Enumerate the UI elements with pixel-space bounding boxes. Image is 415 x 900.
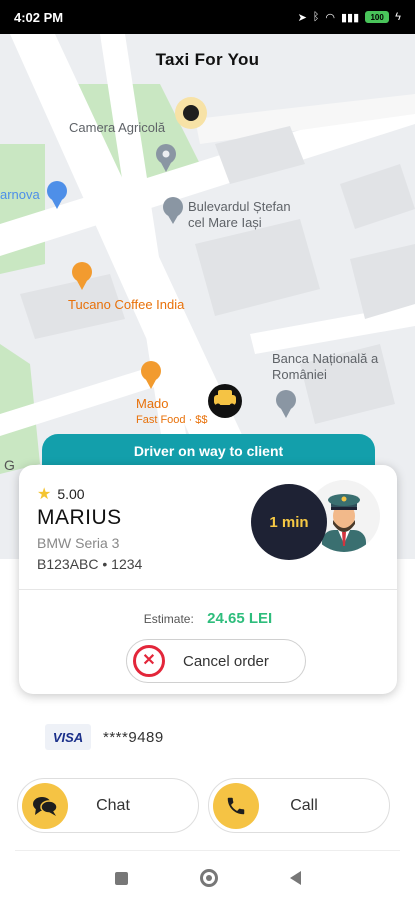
map-poi-label[interactable]: arnova	[0, 187, 40, 203]
signal-icon: ▮▮▮	[341, 11, 360, 24]
status-icons: ➤ ᛒ ◠ ▮▮▮ 100 ϟ	[298, 11, 401, 24]
bluetooth-icon: ᛒ	[312, 11, 320, 23]
map-poi-label[interactable]: Mado	[136, 396, 169, 412]
chat-button[interactable]: Chat	[17, 778, 199, 833]
eta-badge: 1 min	[251, 484, 327, 560]
rating-value: 5.00	[57, 486, 85, 502]
estimate-price: 24.65 LEI	[207, 610, 273, 627]
map-poi-label[interactable]: Tucano Coffee India	[68, 297, 184, 313]
estimate-label: Estimate:	[143, 612, 194, 626]
recent-apps-icon[interactable]	[114, 871, 128, 885]
page-title: Taxi For You	[155, 50, 260, 69]
charging-icon: ϟ	[395, 11, 401, 23]
status-time: 4:02 PM	[14, 9, 64, 25]
call-button[interactable]: Call	[208, 778, 390, 833]
car-plate: B123ABC • 1234	[37, 556, 143, 572]
phone-icon	[213, 782, 259, 829]
map-poi-sublabel: Fast Food · $$	[136, 414, 208, 426]
home-icon[interactable]	[199, 869, 218, 887]
map-poi-label[interactable]: Banca Națională a României	[272, 351, 392, 383]
car-model: BMW Seria 3	[37, 535, 120, 551]
location-icon: ➤	[297, 11, 307, 24]
chat-icon	[22, 782, 68, 829]
map-poi-label[interactable]: Bulevardul Ștefan cel Mare Iași	[188, 199, 308, 231]
payment-method[interactable]: VISA ****9489	[45, 724, 164, 750]
card-divider	[19, 589, 397, 590]
svg-text:G: G	[4, 457, 15, 473]
back-icon[interactable]	[289, 871, 301, 885]
visa-icon: VISA	[45, 724, 91, 750]
star-icon: ★	[37, 486, 52, 503]
wifi-icon: ◠	[325, 11, 335, 24]
status-bar: 4:02 PM ➤ ᛒ ◠ ▮▮▮ 100 ϟ	[0, 0, 415, 34]
card-number: ****9489	[103, 728, 164, 746]
divider	[15, 850, 400, 851]
chat-label: Chat	[96, 796, 130, 814]
cancel-order-label: Cancel order	[183, 652, 269, 670]
cancel-order-button[interactable]: ✕ Cancel order	[126, 639, 306, 683]
battery-icon: 100	[365, 11, 390, 23]
driver-name: MARIUS	[37, 506, 122, 529]
driver-card: ★ 5.00 MARIUS BMW Seria 3 B123ABC • 1234…	[19, 465, 397, 694]
fare-estimate: Estimate: 24.65 LEI	[19, 610, 397, 627]
call-label: Call	[290, 796, 318, 814]
system-nav-bar	[0, 856, 415, 900]
map-poi-label[interactable]: Camera Agricolă	[69, 120, 165, 136]
driver-rating: ★ 5.00	[37, 484, 85, 504]
cancel-icon: ✕	[133, 645, 165, 677]
